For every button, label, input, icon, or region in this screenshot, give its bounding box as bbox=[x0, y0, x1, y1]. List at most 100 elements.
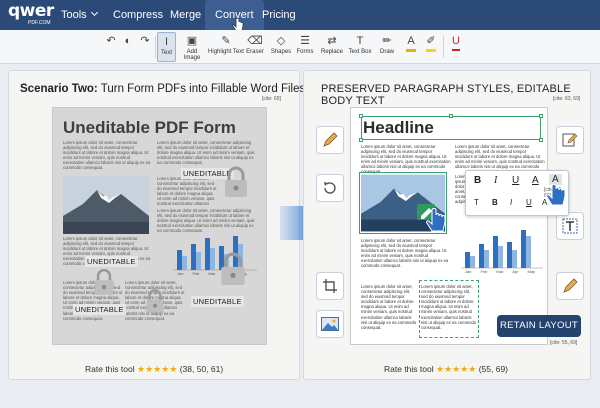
chart-tick: Feb bbox=[480, 269, 488, 274]
resize-handle[interactable] bbox=[539, 114, 543, 118]
uneditable-label: UNEDITABLE bbox=[191, 296, 244, 307]
nav-compress[interactable]: Compress bbox=[113, 0, 163, 30]
edit-text-tool[interactable] bbox=[316, 126, 344, 154]
text-box-tool[interactable] bbox=[556, 212, 584, 240]
resize-handle[interactable] bbox=[359, 138, 363, 142]
nav-merge[interactable]: Merge bbox=[170, 0, 201, 30]
tool-text-label: Text bbox=[160, 50, 172, 56]
underline-button[interactable]: U bbox=[512, 175, 519, 186]
left-heading-rest: Turn Form PDFs into Fillable Word Files bbox=[100, 83, 306, 95]
logo-subtext: PDF.COM bbox=[28, 20, 51, 26]
mountain-image bbox=[63, 176, 149, 234]
eraser-icon: ⌫ bbox=[247, 35, 263, 47]
doc-paragraph[interactable]: Lorem ipsum dolor sit amet, consectetur … bbox=[421, 284, 477, 336]
edit-text-tool-right[interactable] bbox=[556, 126, 584, 154]
highlight-color-icon: ✐ bbox=[426, 35, 436, 47]
rotate-tool[interactable] bbox=[316, 174, 344, 202]
tool-draw[interactable]: ✏ Draw bbox=[379, 32, 395, 62]
image-tool[interactable] bbox=[316, 310, 344, 338]
tool-eraser[interactable]: ⌫ Eraser bbox=[245, 32, 265, 62]
qwerpdf-logo[interactable]: qwer PDF.COM bbox=[8, 1, 54, 27]
editor-toolbar: ↶ ◐ ↷ I Text ▣ Add Image ✎ Highlight Text ⌫… bbox=[0, 30, 600, 64]
rate-label: Rate this tool bbox=[85, 364, 135, 374]
star-rating-icon[interactable]: ★★★★★ bbox=[436, 364, 476, 374]
color-swatch bbox=[406, 49, 416, 52]
doc-paragraph[interactable]: Lorem ipsum dolor sit amet, consectetur … bbox=[361, 238, 449, 276]
tool-text[interactable]: I Text bbox=[157, 32, 176, 62]
tool-forms-label: Forms bbox=[296, 49, 314, 55]
padlock-icon bbox=[146, 289, 164, 313]
padlock-icon bbox=[94, 268, 114, 295]
pencil-icon bbox=[323, 132, 338, 147]
highlighter-icon: ✎ bbox=[221, 35, 231, 47]
undo-button[interactable]: ↶ bbox=[104, 32, 118, 62]
right-cite-top: [cite: 63, 69] bbox=[553, 96, 581, 102]
tool-replace[interactable]: ⇄ Replace bbox=[320, 32, 344, 62]
rate-value: (55, 69) bbox=[478, 364, 509, 374]
italic-button[interactable]: I bbox=[494, 175, 497, 186]
doc-paragraph[interactable]: Lorem ipsum dolor sit amet, consectetur … bbox=[455, 144, 545, 170]
tool-text-box[interactable]: T Text Box bbox=[348, 32, 372, 62]
rate-value: (38, 50, 61) bbox=[179, 364, 224, 374]
underline-icon: U bbox=[452, 34, 460, 47]
chart-tick: Jan bbox=[465, 269, 472, 274]
star-rating-icon[interactable]: ★★★★★ bbox=[137, 364, 177, 374]
chart-tick: May bbox=[527, 269, 536, 274]
chart-tick: Jan bbox=[177, 271, 184, 276]
toolbar-divider bbox=[443, 36, 444, 58]
edit-note-icon bbox=[562, 133, 578, 147]
bar-chart[interactable]: Jan Feb Mar Apr May bbox=[459, 222, 545, 278]
tool-shapes[interactable]: ◇ Shapes bbox=[270, 32, 292, 62]
pencil-icon: ✏ bbox=[382, 35, 392, 47]
tool-highlight-label: Highlight Text bbox=[208, 49, 244, 55]
logo-text: qwer bbox=[8, 1, 54, 21]
italic-button-small[interactable]: I bbox=[510, 198, 512, 207]
uneditable-label: UNEDITABLE bbox=[73, 304, 126, 315]
underline-swatch bbox=[452, 49, 460, 51]
rate-label: Rate this tool bbox=[384, 364, 434, 374]
bold-button[interactable]: B bbox=[474, 175, 481, 186]
tool-add-image[interactable]: ▣ Add Image bbox=[178, 32, 206, 62]
bold-button-small[interactable]: B bbox=[492, 198, 498, 207]
doc-paragraph[interactable]: Lorem ipsum dolor sit amet, consectetur … bbox=[361, 284, 417, 338]
uneditable-pdf-document: Uneditable PDF Form Lorem ipsum dolor si… bbox=[52, 107, 267, 345]
left-rating: Rate this tool ★★★★★ (38, 50, 61) bbox=[85, 364, 223, 375]
text-type-button[interactable]: T bbox=[474, 198, 479, 207]
strikethrough-button[interactable]: U bbox=[449, 32, 463, 62]
chevron-down-icon bbox=[90, 8, 98, 17]
underline-button-small[interactable]: U bbox=[526, 198, 532, 207]
form-icon: ☰ bbox=[300, 35, 310, 47]
chart-tick: Mar bbox=[208, 271, 216, 276]
replace-icon: ⇄ bbox=[327, 35, 337, 47]
crop-tool[interactable] bbox=[316, 272, 344, 300]
tool-highlight-text[interactable]: ✎ Highlight Text bbox=[208, 32, 244, 62]
resize-handle[interactable] bbox=[539, 138, 543, 142]
chart-tick: Apr bbox=[512, 269, 519, 274]
tool-draw-label: Draw bbox=[379, 49, 394, 55]
font-color-button[interactable]: A bbox=[532, 175, 539, 186]
doc-paragraph: Lorem ipsum dolor sit amet, consectetur … bbox=[157, 176, 217, 206]
nav-pricing[interactable]: Pricing bbox=[262, 0, 296, 30]
text-color-button[interactable]: A bbox=[404, 32, 418, 62]
highlight-color-button[interactable]: ✐ bbox=[424, 32, 438, 62]
left-heading: Scenario Two: Turn Form PDFs into Fillab… bbox=[20, 83, 305, 95]
headline-text[interactable]: Headline bbox=[363, 118, 434, 138]
edit-image-hand-icon bbox=[417, 204, 446, 232]
tool-forms[interactable]: ☰ Forms bbox=[296, 32, 314, 62]
picture-icon bbox=[321, 317, 339, 331]
text-box-icon: T bbox=[356, 34, 364, 47]
redo-button[interactable]: ↷ bbox=[138, 32, 152, 62]
undo-icon: ↶ bbox=[106, 35, 116, 47]
toolbar-divider bbox=[155, 36, 156, 58]
resize-handle[interactable] bbox=[449, 114, 453, 118]
tool-eraser-label: Eraser bbox=[246, 49, 264, 55]
right-rating: Rate this tool ★★★★★ (55, 69) bbox=[384, 364, 508, 375]
retain-layout-button[interactable]: RETAIN LAYOUT bbox=[497, 315, 581, 337]
doc-paragraph[interactable]: Lorem ipsum dolor sit amet, consectetur … bbox=[361, 144, 451, 174]
right-heading: PRESERVED PARAGRAPH STYLES, EDITABLE BOD… bbox=[321, 83, 571, 107]
draw-tool[interactable] bbox=[556, 272, 584, 300]
text-cursor-icon: I bbox=[164, 35, 169, 48]
chart-tick: Feb bbox=[192, 271, 200, 276]
contrast-button[interactable]: ◐ bbox=[121, 32, 135, 62]
nav-tools[interactable]: Tools bbox=[61, 0, 98, 30]
